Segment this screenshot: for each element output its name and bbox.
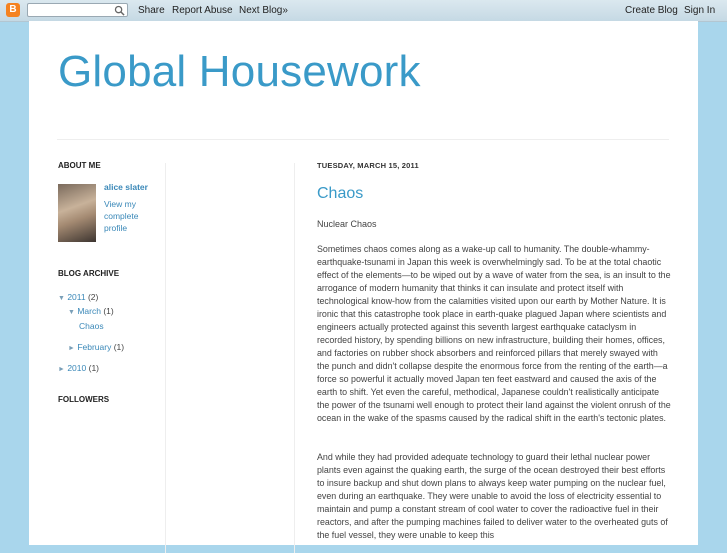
archive-link[interactable]: 2010 (67, 363, 86, 373)
archive-link[interactable]: February (77, 342, 111, 352)
blogger-logo-icon[interactable]: B (6, 3, 20, 17)
search-icon[interactable] (114, 5, 125, 16)
sign-in-link[interactable]: Sign In (684, 5, 715, 16)
archive-item-march: ▼ March (1) (68, 306, 114, 316)
archive-item-2010: ► 2010 (1) (58, 363, 99, 373)
view-profile-link[interactable]: View my complete profile (104, 198, 154, 234)
about-me-heading: ABOUT ME (58, 161, 101, 170)
archive-count: (1) (113, 342, 125, 352)
blog-title[interactable]: Global Housework (58, 47, 421, 97)
archive-item-chaos: Chaos (79, 321, 104, 331)
collapse-toggle-icon[interactable]: ► (58, 366, 65, 373)
collapse-toggle-icon[interactable]: ► (68, 345, 75, 352)
archive-link[interactable]: 2011 (67, 292, 85, 302)
blog-archive-heading: BLOG ARCHIVE (58, 269, 120, 278)
report-abuse-link[interactable]: Report Abuse (172, 5, 233, 16)
archive-count: (1) (103, 306, 114, 316)
followers-heading: FOLLOWERS (58, 395, 110, 404)
post-subtitle: Nuclear Chaos (317, 219, 377, 229)
expand-toggle-icon[interactable]: ▼ (68, 309, 75, 316)
archive-item-2011: ▼ 2011 (2) (58, 292, 98, 302)
expand-toggle-icon[interactable]: ▼ (58, 295, 65, 302)
blogger-navbar: B Share Report Abuse Next Blog» Create B… (0, 0, 727, 22)
archive-post-link[interactable]: Chaos (79, 321, 104, 331)
avatar[interactable] (58, 184, 96, 242)
post-paragraph: Sometimes chaos comes along as a wake-up… (317, 244, 671, 423)
archive-count: (1) (88, 363, 99, 373)
profile-name-link[interactable]: alice slater (104, 182, 148, 192)
post-date: TUESDAY, MARCH 15, 2011 (317, 161, 419, 170)
next-blog-link[interactable]: Next Blog» (239, 5, 288, 16)
page-container: Global Housework ABOUT ME alice slater V… (29, 21, 698, 553)
share-link[interactable]: Share (138, 5, 165, 16)
header-divider (57, 139, 669, 140)
post-title[interactable]: Chaos (317, 185, 363, 203)
archive-item-february: ► February (1) (68, 342, 124, 352)
create-blog-link[interactable]: Create Blog (625, 5, 678, 16)
search-input[interactable] (27, 3, 128, 17)
archive-count: (2) (87, 292, 99, 302)
sidebar: ABOUT ME alice slater View my complete p… (58, 161, 168, 404)
archive-link[interactable]: March (77, 306, 101, 316)
post-paragraph: And while they had provided adequate tec… (317, 452, 668, 540)
main-divider (294, 163, 295, 553)
sidebar-divider (165, 163, 166, 553)
